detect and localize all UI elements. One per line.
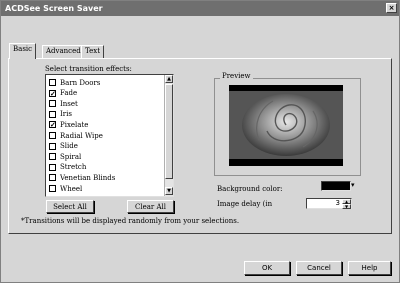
background-color-picker[interactable] [321, 181, 351, 191]
stepper-down-icon[interactable]: ▼ [342, 204, 351, 209]
checkbox-checked-icon[interactable]: ✓ [49, 89, 56, 97]
effect-item[interactable]: Wheel [49, 183, 82, 194]
checkbox-icon[interactable] [49, 110, 56, 118]
effects-label: Select transition effects: [45, 65, 132, 73]
preview-image [229, 85, 343, 166]
effect-label: Iris [60, 110, 72, 119]
background-color-label: Background color: [217, 185, 283, 193]
tab-basic[interactable]: Basic [9, 43, 37, 59]
effect-item[interactable]: Spiral [49, 151, 81, 162]
effect-item[interactable]: Inset [49, 98, 78, 109]
close-button[interactable]: × [386, 3, 397, 13]
clear-all-label: Clear All [134, 202, 166, 211]
effect-item[interactable]: Barn Doors [49, 77, 100, 88]
effect-item[interactable]: ✓ Fade [49, 88, 77, 99]
arrow-down-icon: ▼ [167, 188, 171, 194]
image-delay-stepper[interactable]: ▲ ▼ [342, 199, 351, 209]
scroll-thumb[interactable] [165, 84, 173, 179]
checkbox-icon[interactable] [49, 100, 56, 108]
checkbox-icon[interactable] [49, 163, 56, 171]
effect-label: Fade [60, 89, 78, 98]
scroll-down-button[interactable]: ▼ [165, 187, 173, 195]
cancel-label: Cancel [307, 264, 331, 272]
effect-label: Barn Doors [60, 78, 101, 87]
scroll-up-button[interactable]: ▲ [165, 75, 173, 83]
ok-label: OK [261, 264, 273, 272]
preview-label: Preview [220, 72, 253, 80]
chevron-down-icon[interactable]: ▾ [351, 181, 355, 189]
cancel-button[interactable]: Cancel [296, 261, 342, 275]
checkbox-icon[interactable] [49, 79, 56, 86]
effect-label: Wheel [60, 184, 83, 193]
tab-advanced-label: Advanced [46, 47, 81, 55]
checkbox-icon[interactable] [49, 153, 56, 161]
effect-item[interactable]: Venetian Blinds [49, 172, 115, 183]
checkbox-icon[interactable] [49, 132, 56, 139]
effects-listbox[interactable]: Barn Doors ✓ Fade Inset Iris ✓ Pixelate Radial … [45, 74, 174, 197]
effect-label: Stretch [60, 163, 87, 172]
title-bar: ACDSee Screen Saver [1, 1, 399, 16]
image-delay-label: Image delay (in [217, 200, 273, 208]
window-title: ACDSee Screen Saver [5, 4, 103, 13]
help-button[interactable]: Help [348, 261, 391, 275]
effect-label: Slide [60, 142, 78, 151]
select-all-button[interactable]: Select All [46, 200, 94, 213]
effect-label: Venetian Blinds [60, 173, 116, 182]
close-icon: × [388, 4, 395, 12]
effect-item[interactable]: Stretch [49, 162, 86, 173]
checkbox-icon[interactable] [49, 142, 56, 150]
checkbox-checked-icon[interactable]: ✓ [49, 121, 56, 129]
effect-item[interactable]: Slide [49, 141, 78, 152]
tab-basic-label: Basic [13, 45, 33, 53]
transitions-note: *Transitions will be displayed randomly … [21, 217, 240, 225]
effect-item[interactable]: Radial Wipe [49, 130, 103, 141]
effects-scrollbar[interactable]: ▲ ▼ [164, 75, 173, 196]
effect-label: Radial Wipe [60, 131, 103, 140]
checkbox-icon[interactable] [49, 174, 56, 182]
tab-text[interactable]: Text [81, 45, 105, 58]
help-label: Help [361, 264, 378, 272]
effect-label: Pixelate [60, 120, 89, 129]
clear-all-button[interactable]: Clear All [127, 200, 174, 213]
checkbox-icon[interactable] [49, 185, 56, 192]
screen-saver-dialog: ACDSee Screen Saver × Basic Advanced Tex… [0, 0, 400, 283]
tab-text-label: Text [85, 47, 101, 55]
tab-advanced[interactable]: Advanced [42, 45, 85, 58]
effect-label: Inset [60, 99, 78, 108]
arrow-up-icon: ▲ [167, 76, 171, 82]
rose-icon [229, 85, 343, 166]
effect-item[interactable]: ✓ Pixelate [49, 119, 88, 130]
image-delay-value: 3 [335, 199, 340, 207]
effect-label: Spiral [60, 152, 82, 161]
ok-button[interactable]: OK [244, 261, 290, 275]
effect-item[interactable]: Iris [49, 109, 72, 120]
select-all-label: Select All [53, 202, 87, 211]
